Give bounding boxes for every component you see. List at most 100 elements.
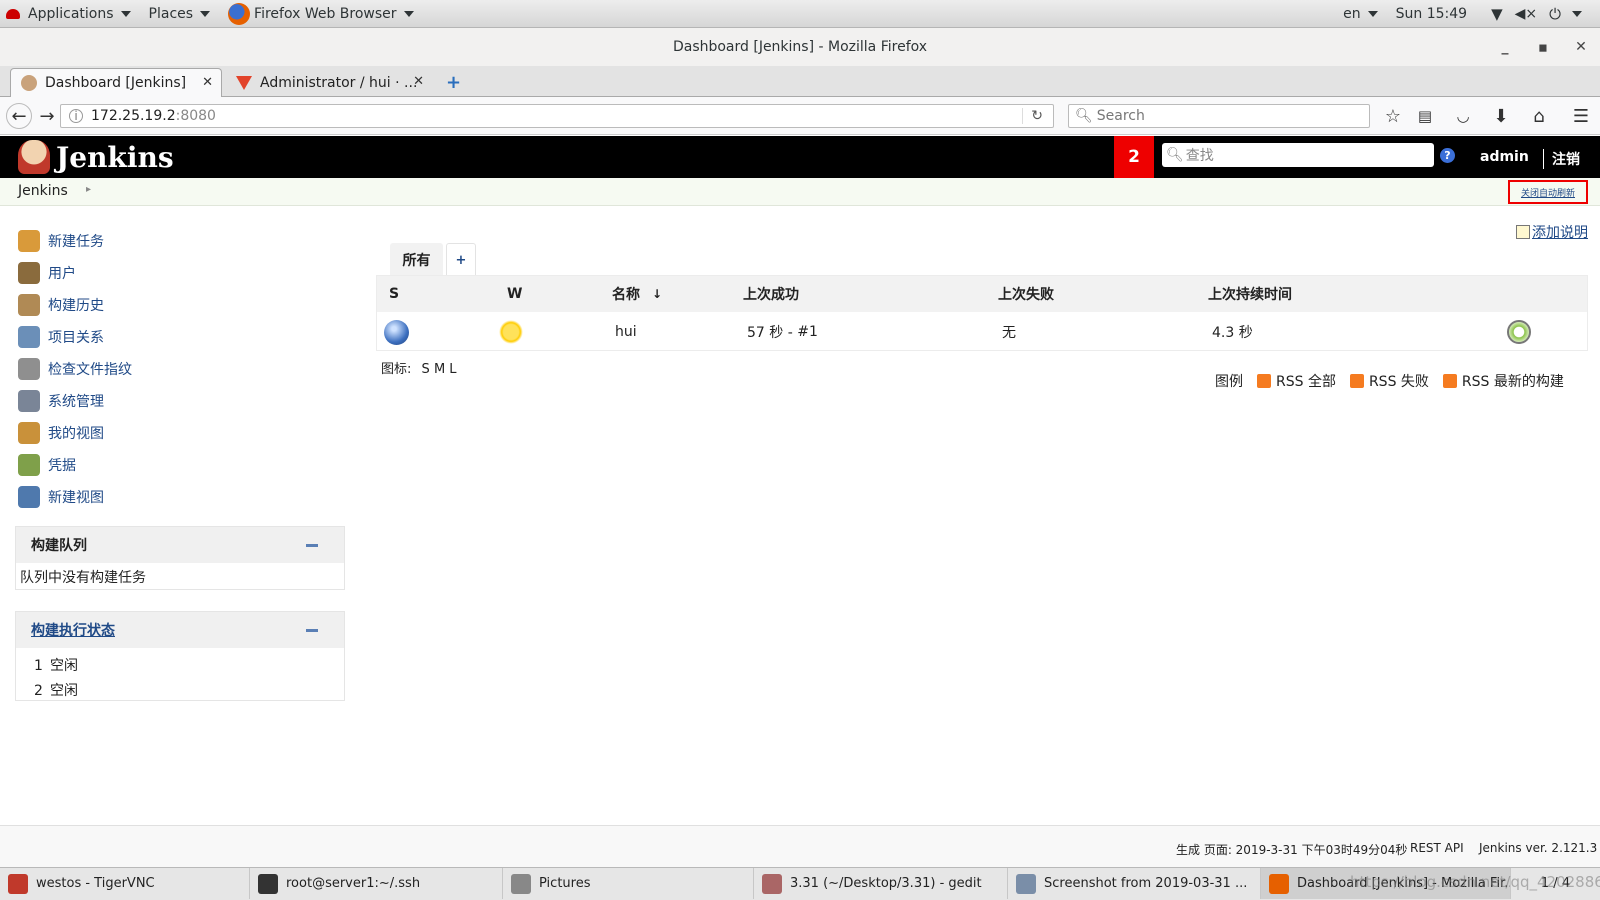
sidebar-task-label[interactable]: 新建视图 — [48, 487, 104, 507]
column-status[interactable]: S — [389, 276, 399, 312]
system-menu-caret[interactable] — [1572, 10, 1582, 17]
applications-menu[interactable]: Applications — [6, 6, 131, 22]
collapse-icon[interactable] — [306, 544, 318, 547]
column-last-success[interactable]: 上次成功 — [743, 276, 799, 312]
sidebar-task[interactable]: 系统管理 — [18, 388, 104, 414]
sidebar-task-label[interactable]: 凭据 — [48, 455, 76, 475]
downloads-icon[interactable]: ⬇ — [1488, 103, 1514, 129]
rss-links: 图例 RSS 全部 RSS 失败 RSS 最新的构建 — [1215, 371, 1564, 391]
forward-button[interactable]: → — [34, 103, 60, 129]
breadcrumb: Jenkins ▸ 关闭自动刷新 — [0, 178, 1600, 206]
jenkins-favicon-icon — [21, 75, 37, 91]
sidebar-task-label[interactable]: 系统管理 — [48, 391, 104, 411]
taskbar-window-button[interactable]: westos - TigerVNC — [0, 868, 250, 899]
view-tab-all[interactable]: 所有 — [390, 243, 443, 276]
column-name[interactable]: 名称 ↓ — [612, 276, 662, 312]
add-description-link[interactable]: 添加说明 — [1516, 222, 1588, 242]
rss-all-link[interactable]: RSS 全部 — [1276, 371, 1336, 391]
sidebar-task-label[interactable]: 检查文件指纹 — [48, 359, 132, 379]
add-view-tab[interactable]: + — [446, 243, 476, 276]
sidebar-task[interactable]: 我的视图 — [18, 420, 104, 446]
job-name: hui — [615, 324, 637, 340]
sidebar-task[interactable]: 构建历史 — [18, 292, 104, 318]
status-blue-ball-icon — [384, 312, 409, 352]
sidebar-task[interactable]: 新建视图 — [18, 484, 104, 510]
user-link[interactable]: admin — [1480, 149, 1529, 165]
sidebar-task[interactable]: 新建任务 — [18, 228, 104, 254]
rss-icon — [1442, 374, 1457, 388]
reload-icon[interactable]: ↻ — [1022, 108, 1043, 124]
schedule-build-icon[interactable] — [1507, 312, 1531, 352]
gitlab-favicon-icon — [236, 75, 252, 90]
auto-refresh-link[interactable]: 关闭自动刷新 — [1521, 186, 1575, 199]
taskbar-window-button[interactable]: root@server1:~/.ssh — [250, 868, 503, 899]
language-menu[interactable]: en — [1343, 6, 1378, 22]
sidebar-task[interactable]: 用户 — [18, 260, 76, 286]
volume-icon[interactable]: ◀× — [1515, 6, 1538, 22]
applications-label: Applications — [28, 5, 114, 22]
sidebar-task-label[interactable]: 我的视图 — [48, 423, 104, 443]
places-menu[interactable]: Places — [149, 6, 211, 22]
job-link[interactable]: hui — [615, 312, 637, 352]
taskbar-window-button[interactable]: 3.31 (~/Desktop/3.31) - gedit — [754, 868, 1008, 899]
column-last-failure[interactable]: 上次失败 — [998, 276, 1054, 312]
bookmarks-menu-icon[interactable]: ▤ — [1412, 103, 1438, 129]
close-icon[interactable]: ✕ — [1562, 39, 1600, 55]
maximize-icon[interactable]: ◼ — [1524, 41, 1562, 54]
icon-size-s[interactable]: S — [422, 362, 430, 377]
collapse-icon[interactable] — [306, 629, 318, 632]
help-icon[interactable]: ? — [1440, 148, 1455, 163]
build-queue-title: 构建队列 — [31, 538, 87, 554]
taskbar-window-button[interactable]: Pictures — [503, 868, 754, 899]
pocket-icon[interactable]: ◡ — [1450, 103, 1476, 129]
breadcrumb-jenkins[interactable]: Jenkins — [18, 183, 68, 199]
sidebar-task-label[interactable]: 新建任务 — [48, 231, 104, 251]
rest-api-link[interactable]: REST API — [1410, 841, 1464, 855]
sidebar-task[interactable]: 项目关系 — [18, 324, 104, 350]
back-button[interactable]: ← — [6, 103, 32, 129]
executors-title[interactable]: 构建执行状态 — [31, 620, 115, 640]
sidebar-task-label[interactable]: 用户 — [48, 263, 76, 283]
logout-link[interactable]: 注销 — [1543, 149, 1580, 169]
clock[interactable]: Sun 15:49 — [1396, 6, 1467, 22]
sidebar-task[interactable]: 检查文件指纹 — [18, 356, 132, 382]
breadcrumb-arrow-icon[interactable]: ▸ — [86, 184, 91, 195]
power-icon[interactable]: ⏻ — [1549, 5, 1561, 23]
executor-number: 1 — [34, 658, 43, 674]
new-tab-button[interactable]: + — [436, 68, 471, 97]
wifi-icon[interactable]: ▼ — [1491, 5, 1503, 23]
tab-close-icon[interactable]: ✕ — [413, 74, 424, 89]
jenkins-search-input[interactable]: 🔍︎ 查找 — [1162, 143, 1434, 167]
hamburger-menu-icon[interactable]: ☰ — [1568, 103, 1594, 129]
column-weather[interactable]: W — [507, 276, 522, 312]
column-last-duration[interactable]: 上次持续时间 — [1208, 276, 1292, 312]
rss-latest-link[interactable]: RSS 最新的构建 — [1462, 371, 1564, 391]
home-icon[interactable]: ⌂ — [1526, 103, 1552, 129]
tab-close-icon[interactable]: ✕ — [202, 75, 213, 90]
notification-badge[interactable]: 2 — [1114, 136, 1154, 178]
sidebar-task-label[interactable]: 项目关系 — [48, 327, 104, 347]
sidebar-task-label[interactable]: 构建历史 — [48, 295, 104, 315]
firefox-app-menu[interactable]: Firefox Web Browser — [228, 2, 414, 25]
url-bar[interactable]: i 172.25.19.2:8080 ↻ — [60, 104, 1054, 128]
build-link[interactable]: #1 — [797, 324, 818, 340]
icon-size-m[interactable]: M — [434, 362, 445, 377]
redhat-icon — [6, 8, 20, 19]
rss-failed-link[interactable]: RSS 失败 — [1369, 371, 1429, 391]
jenkins-logo[interactable]: Jenkins — [18, 140, 174, 174]
info-icon[interactable]: i — [69, 109, 83, 123]
legend-link[interactable]: 图例 — [1215, 371, 1243, 391]
window-titlebar: Dashboard [Jenkins] - Mozilla Firefox _ … — [0, 28, 1600, 66]
bookmark-star-icon[interactable]: ☆ — [1380, 103, 1406, 129]
jenkins-version-link[interactable]: Jenkins ver. 2.121.3 — [1479, 841, 1597, 855]
web-search-input[interactable]: 🔍︎ Search — [1068, 104, 1370, 128]
jobs-table: S W 名称 ↓ 上次成功 上次失败 上次持续时间 hui 57 秒 - #1 无… — [376, 275, 1588, 351]
build-queue-empty-text: 队列中没有构建任务 — [20, 570, 146, 586]
taskbar-window-button[interactable]: Screenshot from 2019-03-31 ... — [1008, 868, 1261, 899]
generated-timestamp: 生成 页面: 2019-3-31 下午03时49分04秒 — [1176, 843, 1408, 857]
minimize-icon[interactable]: _ — [1486, 39, 1524, 55]
tab-gitlab[interactable]: Administrator / hui · ... ✕ — [226, 68, 432, 97]
sidebar-task[interactable]: 凭据 — [18, 452, 76, 478]
taskbar-window-label: westos - TigerVNC — [36, 876, 155, 891]
tab-jenkins-dashboard[interactable]: Dashboard [Jenkins] ✕ — [10, 68, 222, 97]
